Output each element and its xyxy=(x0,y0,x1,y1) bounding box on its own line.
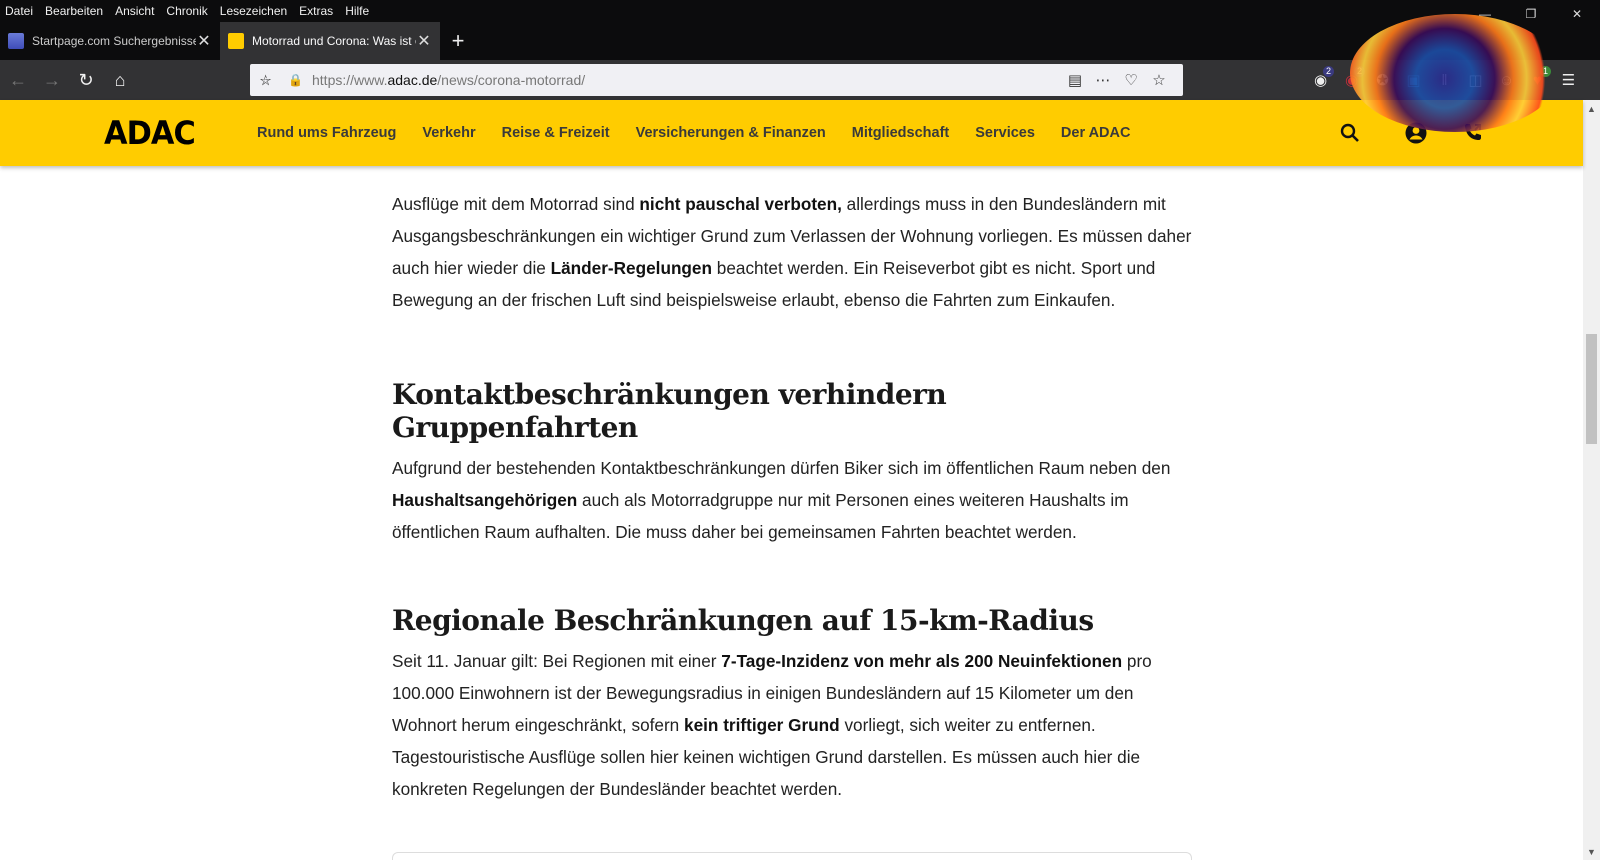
menu-ansicht[interactable]: Ansicht xyxy=(115,4,154,18)
home-button[interactable]: ⌂ xyxy=(104,64,136,96)
hamburger-menu-icon[interactable]: ☰ xyxy=(1553,64,1584,96)
startpage-favicon-icon xyxy=(8,33,24,49)
page-actions-icon[interactable]: ⋯ xyxy=(1089,71,1117,89)
account-circle-icon[interactable] xyxy=(1400,117,1432,149)
extension-star-icon[interactable]: ✪ xyxy=(1367,64,1398,96)
restore-icon[interactable]: ❐ xyxy=(1508,0,1554,28)
heading-regionale-beschraenkungen: Regionale Beschränkungen auf 15-km-Radiu… xyxy=(392,604,1094,637)
reload-icon: ↻ xyxy=(78,69,94,90)
paragraph-kontaktbeschraenkungen: Aufgrund der bestehenden Kontaktbeschrän… xyxy=(392,458,1171,542)
extension-shield-icon[interactable]: ♥ 1 xyxy=(1522,64,1553,96)
forward-arrow-icon: → xyxy=(43,69,61,90)
adac-favicon-icon xyxy=(228,33,244,49)
new-tab-button[interactable]: + xyxy=(440,22,476,60)
close-tab-icon[interactable]: ✕ xyxy=(196,31,212,51)
account-icon[interactable]: ☺ xyxy=(1491,64,1522,96)
page-scrollbar[interactable] xyxy=(1583,100,1600,860)
nav-rund-ums-fahrzeug[interactable]: Rund ums Fahrzeug xyxy=(257,125,396,141)
pocket-icon[interactable]: ♡ xyxy=(1117,71,1145,89)
minimize-icon[interactable]: — xyxy=(1462,0,1508,28)
menu-extras[interactable]: Extras xyxy=(299,4,333,18)
ublock-icon[interactable]: ◉ 2 xyxy=(1336,64,1367,96)
back-button[interactable]: ← xyxy=(2,64,34,96)
reload-button[interactable]: ↻ xyxy=(70,64,102,96)
url-text[interactable]: https://www.adac.de/news/corona-motorrad… xyxy=(312,72,1061,88)
site-header: ADAC Rund ums Fahrzeug Verkehr Reise & F… xyxy=(0,100,1583,166)
scrollbar-thumb[interactable] xyxy=(1586,334,1597,444)
reader-view-icon[interactable]: ▤ xyxy=(1061,71,1089,89)
phone-icon[interactable] xyxy=(1457,117,1489,149)
tab-title: Motorrad und Corona: Was ist erlaubt? xyxy=(252,34,416,48)
home-icon: ⌂ xyxy=(114,69,126,90)
info-box-edge xyxy=(392,852,1192,860)
scroll-down-icon[interactable]: ▼ xyxy=(1583,843,1600,860)
menu-lesezeichen[interactable]: Lesezeichen xyxy=(220,4,287,18)
paragraph-regionale-beschraenkungen: Seit 11. Januar gilt: Bei Regionen mit e… xyxy=(392,651,1152,799)
article-content: Ausflüge mit dem Motorrad sind nicht pau… xyxy=(392,166,1192,805)
sidebar-icon[interactable]: ◫ xyxy=(1460,64,1491,96)
heading-kontaktbeschraenkungen: Kontaktbeschränkungen verhindern Gruppen… xyxy=(392,378,947,444)
menu-chronik[interactable]: Chronik xyxy=(166,4,207,18)
close-tab-icon[interactable]: ✕ xyxy=(416,31,432,51)
lock-icon[interactable]: 🔒 xyxy=(288,73,303,87)
tracking-shield-icon[interactable]: ⛦ xyxy=(260,72,278,89)
extensions-toolbar: ◉ 2 ◉ 2 ✪ ▣ ‖ ◫ ☺ ♥ 1 ☰ xyxy=(1305,60,1584,100)
bookmark-star-icon[interactable]: ☆ xyxy=(1145,71,1173,89)
menu-bearbeiten[interactable]: Bearbeiten xyxy=(45,4,103,18)
nav-mitgliedschaft[interactable]: Mitgliedschaft xyxy=(852,125,949,141)
tab-title: Startpage.com Suchergebnisse xyxy=(32,34,196,48)
extension-1-icon[interactable]: ◉ 2 xyxy=(1305,64,1336,96)
menu-datei[interactable]: Datei xyxy=(5,4,33,18)
tab-adac[interactable]: Motorrad und Corona: Was ist erlaubt? ✕ xyxy=(220,22,440,60)
close-window-icon[interactable]: ✕ xyxy=(1554,0,1600,28)
tab-startpage[interactable]: Startpage.com Suchergebnisse ✕ xyxy=(0,22,220,60)
url-bar[interactable]: ⛦ 🔒 https://www.adac.de/news/corona-moto… xyxy=(250,64,1183,96)
nav-reise-freizeit[interactable]: Reise & Freizeit xyxy=(502,125,610,141)
forward-button[interactable]: → xyxy=(36,64,68,96)
back-arrow-icon: ← xyxy=(9,69,27,90)
paragraph-ausfluege: Ausflüge mit dem Motorrad sind nicht pau… xyxy=(392,194,1192,310)
scroll-up-icon[interactable]: ▲ xyxy=(1583,100,1600,117)
menu-bar: Datei Bearbeiten Ansicht Chronik Lesezei… xyxy=(0,0,1600,22)
main-navigation: Rund ums Fahrzeug Verkehr Reise & Freize… xyxy=(257,100,1156,166)
library-icon[interactable]: ‖ xyxy=(1429,64,1460,96)
navigation-bar: ← → ↻ ⌂ ⛦ 🔒 https://www.adac.de/news/cor… xyxy=(0,60,1600,100)
nav-verkehr[interactable]: Verkehr xyxy=(422,125,475,141)
search-icon[interactable] xyxy=(1334,117,1366,149)
nav-der-adac[interactable]: Der ADAC xyxy=(1061,125,1131,141)
nav-services[interactable]: Services xyxy=(975,125,1035,141)
adac-logo[interactable]: ADAC xyxy=(104,114,196,152)
tab-strip: Startpage.com Suchergebnisse ✕ Motorrad … xyxy=(0,14,1600,132)
nav-versicherungen-finanzen[interactable]: Versicherungen & Finanzen xyxy=(636,125,826,141)
extension-camera-icon[interactable]: ▣ xyxy=(1398,64,1429,96)
window-controls: — ❐ ✕ xyxy=(1462,0,1600,28)
menu-hilfe[interactable]: Hilfe xyxy=(345,4,369,18)
